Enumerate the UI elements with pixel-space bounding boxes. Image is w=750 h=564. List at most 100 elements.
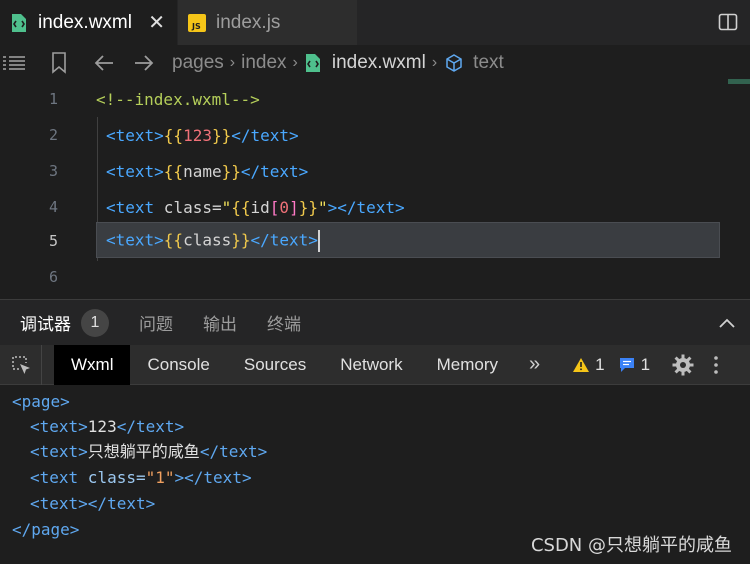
brace-token: }}: [211, 125, 232, 145]
tag-token: ></text>: [327, 197, 405, 217]
element-cube-icon: [443, 53, 465, 73]
tab-network[interactable]: Network: [323, 345, 419, 385]
bracket-token: [: [269, 197, 280, 217]
identifier-token: id: [250, 197, 270, 217]
forward-arrow-icon[interactable]: [132, 54, 156, 72]
warning-icon: [573, 357, 590, 372]
tree-node-page-close[interactable]: </page>: [12, 517, 79, 543]
tree-node-text[interactable]: <text>只想躺平的咸鱼</text>: [30, 439, 267, 465]
text-cursor: [317, 230, 320, 252]
tag-token: ></text>: [174, 468, 252, 487]
js-file-icon: JS: [188, 13, 206, 33]
code-text: <text>{{class}}</text>: [106, 230, 320, 252]
tag-token: </text>: [240, 161, 309, 181]
tab-sources[interactable]: Sources: [227, 345, 323, 385]
split-editor-icon[interactable]: [718, 12, 738, 37]
chevron-right-icon: ›: [229, 54, 236, 71]
breadcrumb-item-index[interactable]: index: [241, 52, 286, 74]
line-number: 6: [48, 268, 58, 286]
tag-token: </text>: [199, 442, 268, 461]
code-line: 1 <!--index.wxml-->: [0, 81, 750, 117]
tag-token: </text>: [250, 230, 318, 250]
brace-token: }}: [298, 197, 318, 217]
more-options-icon[interactable]: [714, 355, 718, 375]
tag-token: <text: [30, 468, 79, 487]
tab-memory[interactable]: Memory: [420, 345, 515, 385]
bookmark-icon[interactable]: [48, 52, 70, 74]
code-line: 5 <text>{{class}}</text>: [0, 223, 750, 259]
quote-token: ": [317, 197, 328, 217]
tab-label: index.js: [216, 11, 281, 33]
breadcrumb-bar: pages › index › index.wxml › text: [0, 45, 750, 81]
tab-index-wxml[interactable]: index.wxml ✕: [0, 0, 177, 45]
node-content: 只想躺平的咸鱼: [87, 442, 200, 461]
breadcrumb-item-file[interactable]: index.wxml: [332, 52, 426, 74]
message-icon: [619, 357, 634, 372]
tab-label: index.wxml: [38, 11, 132, 33]
chevron-up-icon[interactable]: [718, 314, 736, 334]
comment-token: <!--index.wxml-->: [96, 89, 260, 109]
breadcrumb-item-text[interactable]: text: [473, 52, 504, 74]
warnings-indicator[interactable]: 1: [572, 354, 605, 375]
attribute-token: class=: [78, 468, 146, 487]
inspect-element-icon[interactable]: [0, 344, 42, 385]
brace-token: {{: [163, 161, 184, 181]
tag-token: <text>: [30, 494, 88, 513]
line-number: 5: [48, 232, 58, 250]
warning-count: 1: [595, 354, 605, 374]
line-number: 4: [48, 198, 58, 216]
code-line: 2 <text>{{123}}</text>: [0, 117, 750, 153]
tab-wxml[interactable]: Wxml: [54, 344, 131, 385]
close-icon[interactable]: ✕: [148, 10, 165, 35]
code-text: <text>{{123}}</text>: [106, 126, 299, 145]
breadcrumb-item-pages[interactable]: pages: [172, 52, 224, 74]
attribute-token: class=: [154, 197, 222, 217]
code-text: <!--index.wxml-->: [96, 90, 260, 109]
tag-token: </text>: [116, 417, 185, 436]
tree-node-text[interactable]: <text></text>: [30, 491, 155, 517]
tree-node-page[interactable]: <page>: [12, 389, 70, 415]
tab-terminal[interactable]: 终端: [267, 310, 301, 335]
tag-token: <text>: [30, 442, 88, 461]
tree-node-text[interactable]: <text class="1"></text>: [30, 465, 252, 491]
number-token: 123: [183, 125, 212, 145]
tag-token: <text: [106, 197, 155, 217]
line-number: 3: [48, 162, 58, 180]
code-line: 3 <text>{{name}}</text>: [0, 153, 750, 189]
tab-problems[interactable]: 问题: [139, 310, 173, 335]
svg-text:JS: JS: [191, 22, 201, 31]
tag-token: <text>: [30, 417, 88, 436]
tag-token: </text>: [231, 125, 299, 145]
number-token: 0: [279, 197, 290, 217]
watermark: CSDN @只想躺平的咸鱼: [530, 535, 732, 556]
tag-token: </page>: [12, 520, 80, 539]
gear-icon[interactable]: [672, 354, 694, 376]
more-tabs-icon[interactable]: »: [515, 353, 558, 376]
tag-token: <text>: [106, 161, 164, 181]
node-content: 123: [87, 417, 117, 436]
tab-output[interactable]: 输出: [203, 310, 237, 335]
devtools-toolbar: Wxml Console Sources Network Memory » 1 …: [0, 344, 750, 385]
panel-tab-bar: 调试器 1 问题 输出 终端: [0, 299, 750, 345]
code-line: 6: [0, 259, 750, 295]
tag-token: </text>: [87, 494, 156, 513]
tab-console[interactable]: Console: [130, 345, 226, 385]
identifier-token: class: [183, 230, 232, 250]
messages-indicator[interactable]: 1: [619, 355, 650, 375]
back-arrow-icon[interactable]: [92, 54, 116, 72]
brace-token: }}: [221, 161, 241, 181]
debugger-count-badge: 1: [81, 308, 109, 337]
code-editor[interactable]: 1 <!--index.wxml--> 2 <text>{{123}}</tex…: [0, 79, 750, 299]
tab-debugger[interactable]: 调试器: [20, 310, 71, 335]
brace-token: {{: [231, 197, 251, 217]
tab-index-js[interactable]: JS index.js: [177, 0, 357, 45]
tree-node-text[interactable]: <text>123</text>: [30, 414, 184, 440]
attribute-value: "1": [145, 468, 175, 487]
code-line: 4 <text class="{{id[0]}}"></text>: [0, 189, 750, 225]
wxml-file-icon: [304, 53, 322, 73]
tag-token: <page>: [12, 392, 70, 411]
tag-token: <text>: [106, 230, 164, 250]
outline-list-icon[interactable]: [2, 54, 26, 72]
brace-token: {{: [163, 230, 184, 250]
brace-token: {{: [163, 125, 184, 145]
